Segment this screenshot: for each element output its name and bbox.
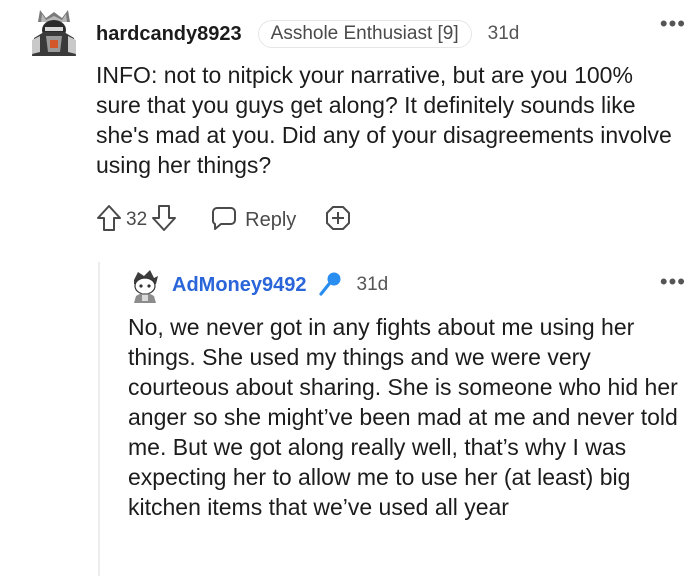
downvote-arrow-icon[interactable] (151, 204, 177, 237)
reply-body: No, we never got in any fights about me … (128, 312, 688, 522)
reply-meta: AdMoney9492 31d (172, 270, 388, 300)
upvote-arrow-icon[interactable] (96, 204, 122, 237)
comment-thread: hardcandy8923 Asshole Enthusiast [9] 31d… (0, 0, 700, 576)
add-award-button[interactable] (324, 204, 352, 237)
vote-count: 32 (126, 209, 148, 230)
speech-bubble-icon (211, 206, 237, 235)
user-flair: Asshole Enthusiast [9] (257, 20, 472, 48)
username[interactable]: hardcandy8923 (96, 23, 242, 46)
comment-actions: 32 Reply (96, 204, 352, 236)
timestamp[interactable]: 31d (357, 274, 389, 296)
more-options-icon[interactable]: ••• (660, 271, 686, 293)
timestamp[interactable]: 31d (488, 23, 520, 45)
avatar[interactable] (30, 8, 78, 58)
op-username[interactable]: AdMoney9492 (172, 274, 307, 297)
comment-text: No, we never got in any fights about me … (128, 314, 678, 520)
armored-knight-avatar-icon (32, 10, 76, 56)
comment-text: INFO: not to nitpick your narrative, but… (96, 62, 672, 178)
avatar[interactable] (128, 268, 162, 304)
thread-line[interactable] (98, 262, 100, 576)
reply-button[interactable]: Reply (211, 206, 296, 235)
reply-label: Reply (245, 208, 297, 231)
comment-body: INFO: not to nitpick your narrative, but… (96, 60, 676, 180)
snoo-avatar-icon (134, 270, 158, 303)
add-award-icon (324, 204, 352, 237)
microphone-icon (317, 270, 343, 301)
comment-meta: hardcandy8923 Asshole Enthusiast [9] 31d (96, 14, 519, 54)
more-options-icon[interactable]: ••• (660, 13, 686, 35)
